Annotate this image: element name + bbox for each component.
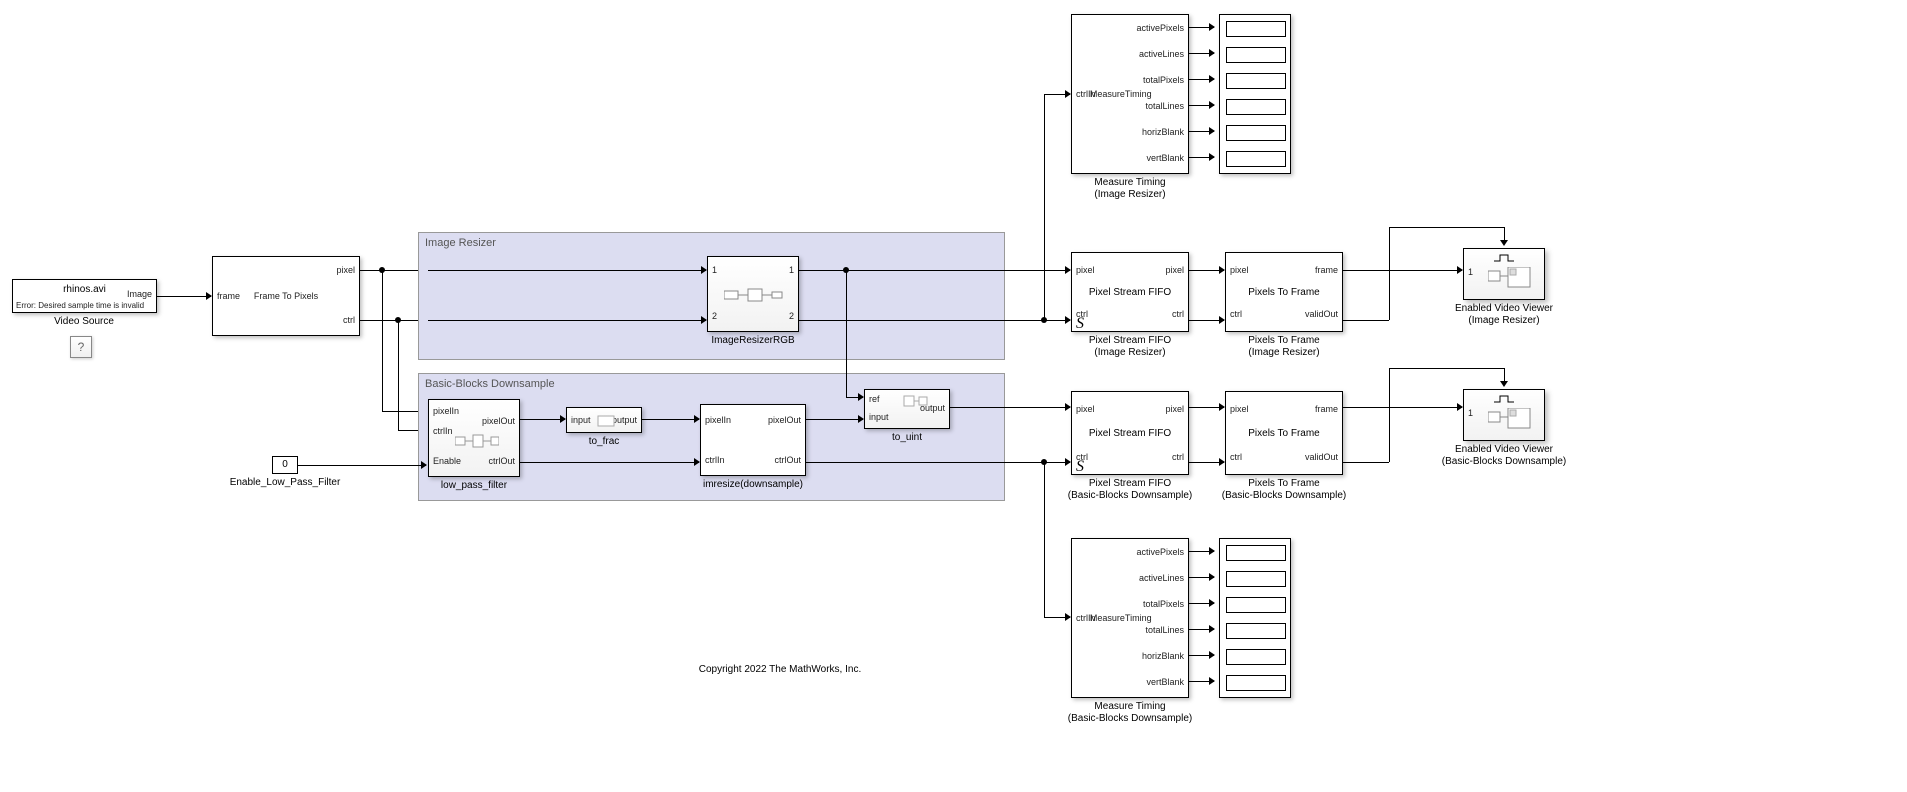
image-resizer-block[interactable]: 1 2 1 2 xyxy=(707,256,799,332)
p2f-bot-block[interactable]: pixel ctrl frame validOut Pixels To Fram… xyxy=(1225,391,1343,475)
viewer-bot-block[interactable]: 1 xyxy=(1463,389,1545,441)
f2p-in: frame xyxy=(217,291,240,301)
lpf-thumb-icon xyxy=(455,434,499,448)
image-resizer-label: ImageResizerRGB xyxy=(711,335,794,346)
s-stamp-bot: S xyxy=(1076,458,1084,476)
p2f-top-label2: (Image Resizer) xyxy=(1248,347,1319,358)
psfifo-top-label1: Pixel Stream FIFO xyxy=(1089,335,1171,346)
viewer-bot-label2: (Basic-Blocks Downsample) xyxy=(1442,456,1566,467)
mt-bot-label2: (Basic-Blocks Downsample) xyxy=(1068,713,1192,724)
s-stamp-top: S xyxy=(1076,315,1084,333)
copyright-text: Copyright 2022 The MathWorks, Inc. xyxy=(699,664,862,675)
to-frac-label: to_frac xyxy=(589,436,620,447)
viewer-screen-icon xyxy=(1488,267,1532,293)
enable-pulse-icon xyxy=(1492,253,1516,263)
question-mark: ? xyxy=(78,340,85,354)
f2p-center: Frame To Pixels xyxy=(254,291,318,301)
video-source-filename: rhinos.avi xyxy=(63,284,106,295)
p2f-bot-label2: (Basic-Blocks Downsample) xyxy=(1222,490,1346,501)
region-downsample-title: Basic-Blocks Downsample xyxy=(425,378,555,390)
video-source-label: Video Source xyxy=(54,316,114,327)
frame-to-pixels-block[interactable]: frame pixel ctrl Frame To Pixels xyxy=(212,256,360,336)
viewer-top-label2: (Image Resizer) xyxy=(1468,315,1539,326)
imresize-block[interactable]: pixelIn ctrlIn pixelOut ctrlOut xyxy=(700,404,806,476)
psfifo-bot-label2: (Basic-Blocks Downsample) xyxy=(1068,490,1192,501)
lpf-label: low_pass_filter xyxy=(441,480,507,491)
resizer-thumb-icon xyxy=(724,287,784,303)
f2p-out-pixel: pixel xyxy=(336,265,355,275)
enable-constant-label: Enable_Low_Pass_Filter xyxy=(230,477,341,488)
p2f-bot-label1: Pixels To Frame xyxy=(1248,478,1320,489)
display-top-block[interactable] xyxy=(1219,14,1291,174)
viewer-bot-label1: Enabled Video Viewer xyxy=(1455,444,1553,455)
to-uint-block[interactable]: ref input output xyxy=(864,389,950,429)
viewer-screen-icon xyxy=(1488,408,1532,434)
measure-timing-top-block[interactable]: ctrlIn activePixels activeLines totalPix… xyxy=(1071,14,1189,174)
measure-timing-bot-block[interactable]: ctrlIn activePixels activeLines totalPix… xyxy=(1071,538,1189,698)
to-frac-block[interactable]: input output xyxy=(566,407,642,433)
p2f-top-block[interactable]: pixel ctrl frame validOut Pixels To Fram… xyxy=(1225,252,1343,332)
mt-bot-label1: Measure Timing xyxy=(1094,701,1165,712)
question-block[interactable]: ? xyxy=(70,336,92,358)
display-bot-block[interactable] xyxy=(1219,538,1291,698)
lpf-block[interactable]: pixelIn ctrlIn Enable pixelOut ctrlOut xyxy=(428,399,520,477)
p2f-top-label1: Pixels To Frame xyxy=(1248,335,1320,346)
enable-constant-block[interactable]: 0 xyxy=(272,456,298,474)
enable-pulse-icon xyxy=(1492,394,1516,404)
viewer-top-block[interactable]: 1 xyxy=(1463,248,1545,300)
video-source-block[interactable]: rhinos.avi Error: Desired sample time is… xyxy=(12,279,157,313)
psfifo-top-label2: (Image Resizer) xyxy=(1094,347,1165,358)
viewer-top-label1: Enabled Video Viewer xyxy=(1455,303,1553,314)
imresize-label: imresize(downsample) xyxy=(703,479,803,490)
video-source-outport: Image xyxy=(127,289,152,299)
psfifo-bot-label1: Pixel Stream FIFO xyxy=(1089,478,1171,489)
psfifo-bot-block[interactable]: pixel ctrl pixel ctrl Pixel Stream FIFO … xyxy=(1071,391,1189,475)
diagram-canvas: rhinos.avi Error: Desired sample time is… xyxy=(0,0,1907,792)
region-resizer-title: Image Resizer xyxy=(425,237,496,249)
to-uint-label: to_uint xyxy=(892,432,922,443)
f2p-out-ctrl: ctrl xyxy=(343,315,355,325)
psfifo-top-block[interactable]: pixel ctrl pixel ctrl Pixel Stream FIFO … xyxy=(1071,252,1189,332)
video-source-error: Error: Desired sample time is invalid xyxy=(16,301,153,310)
mt-top-label2: (Image Resizer) xyxy=(1094,189,1165,200)
mt-top-label1: Measure Timing xyxy=(1094,177,1165,188)
